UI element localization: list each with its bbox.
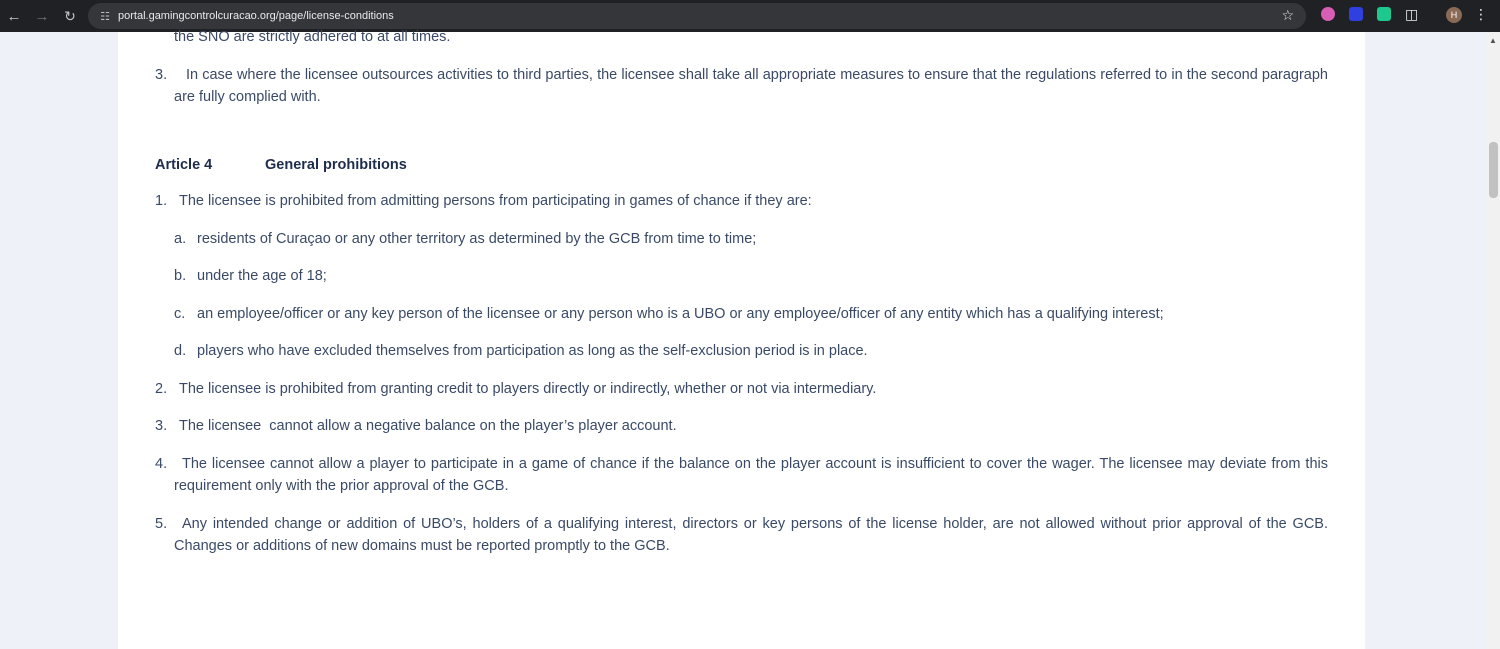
extension-vpn-icon[interactable] — [1377, 7, 1391, 21]
sub-item-letter: a. — [174, 231, 187, 247]
list-item-number: 4. — [155, 456, 168, 472]
scrollbar-thumb[interactable] — [1489, 142, 1498, 198]
article-title: General prohibitions — [265, 157, 407, 173]
back-icon[interactable]: ← — [0, 2, 28, 30]
list-item-number: 2. — [155, 381, 168, 397]
list-item-number: 5. — [155, 516, 168, 532]
sub-item-text: players who have excluded themselves fro… — [197, 343, 868, 359]
site-info-icon[interactable]: ☷ — [96, 7, 114, 25]
previous-line-text: the SNO are strictly adhered to at all t… — [174, 29, 451, 45]
reload-icon[interactable]: ↻ — [56, 2, 84, 30]
extensions-puzzle-icon[interactable]: ◫ — [1405, 6, 1418, 23]
sub-item-text: under the age of 18; — [197, 268, 327, 284]
browser-menu-icon[interactable]: ⋮ — [1474, 6, 1488, 23]
prev-item-text: In case where the licensee outsources ac… — [174, 67, 1328, 105]
prev-item-number: 3. — [155, 67, 168, 83]
article-number: Article 4 — [155, 157, 213, 173]
bookmark-star-icon[interactable]: ☆ — [1281, 7, 1294, 24]
url-text[interactable]: portal.gamingcontrolcuracao.org/page/lic… — [118, 10, 394, 22]
sub-item-letter: b. — [174, 268, 187, 284]
document-page: the SNO are strictly adhered to at all t… — [118, 29, 1365, 649]
list-item-text: The licensee cannot allow a negative bal… — [179, 418, 677, 434]
list-item-number: 1. — [155, 193, 168, 209]
forward-icon[interactable]: → — [28, 2, 56, 30]
extension-block-icon[interactable] — [1321, 7, 1335, 21]
sub-item-letter: d. — [174, 343, 187, 359]
sub-item-letter: c. — [174, 306, 186, 322]
list-item-text: The licensee is prohibited from admittin… — [179, 193, 812, 209]
list-item-text: Any intended change or addition of UBO’s… — [174, 516, 1328, 554]
scroll-up-arrow-icon[interactable]: ▲ — [1489, 36, 1497, 45]
list-item-text: The licensee is prohibited from granting… — [179, 381, 877, 397]
extension-shield-icon[interactable] — [1349, 7, 1363, 21]
sub-item-text: an employee/officer or any key person of… — [197, 306, 1164, 322]
sub-item-text: residents of Curaçao or any other territ… — [197, 231, 757, 247]
profile-avatar[interactable]: H — [1446, 7, 1462, 23]
list-item-text: The licensee cannot allow a player to pa… — [174, 456, 1328, 494]
page-scrollbar[interactable]: ▲ — [1486, 32, 1500, 649]
list-item-number: 3. — [155, 418, 168, 434]
